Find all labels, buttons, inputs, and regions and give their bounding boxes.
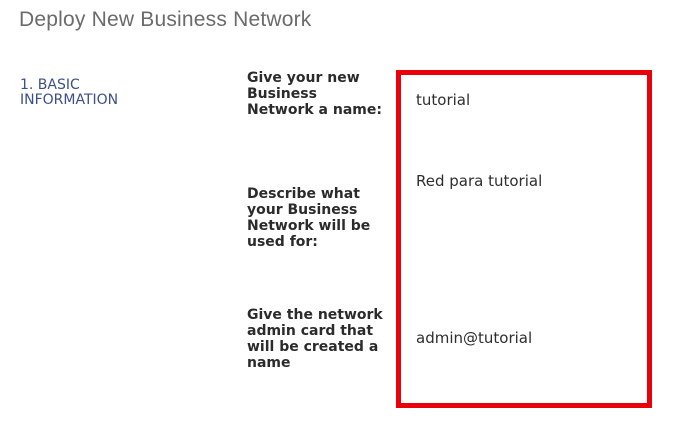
network-description-label: Describe what your Business Network will… <box>247 186 371 250</box>
page-title: Deploy New Business Network <box>19 8 312 31</box>
admin-card-name-input[interactable]: admin@tutorial <box>416 329 636 347</box>
network-name-label: Give your new Business Network a name: <box>247 70 382 118</box>
admin-card-label: Give the network admin card that will be… <box>247 307 383 371</box>
highlight-annotation-box <box>396 70 652 408</box>
network-description-input[interactable]: Red para tutorial <box>416 172 636 190</box>
network-name-input[interactable]: tutorial <box>416 91 636 109</box>
section-basic-information[interactable]: 1. BASIC INFORMATION <box>20 78 160 108</box>
